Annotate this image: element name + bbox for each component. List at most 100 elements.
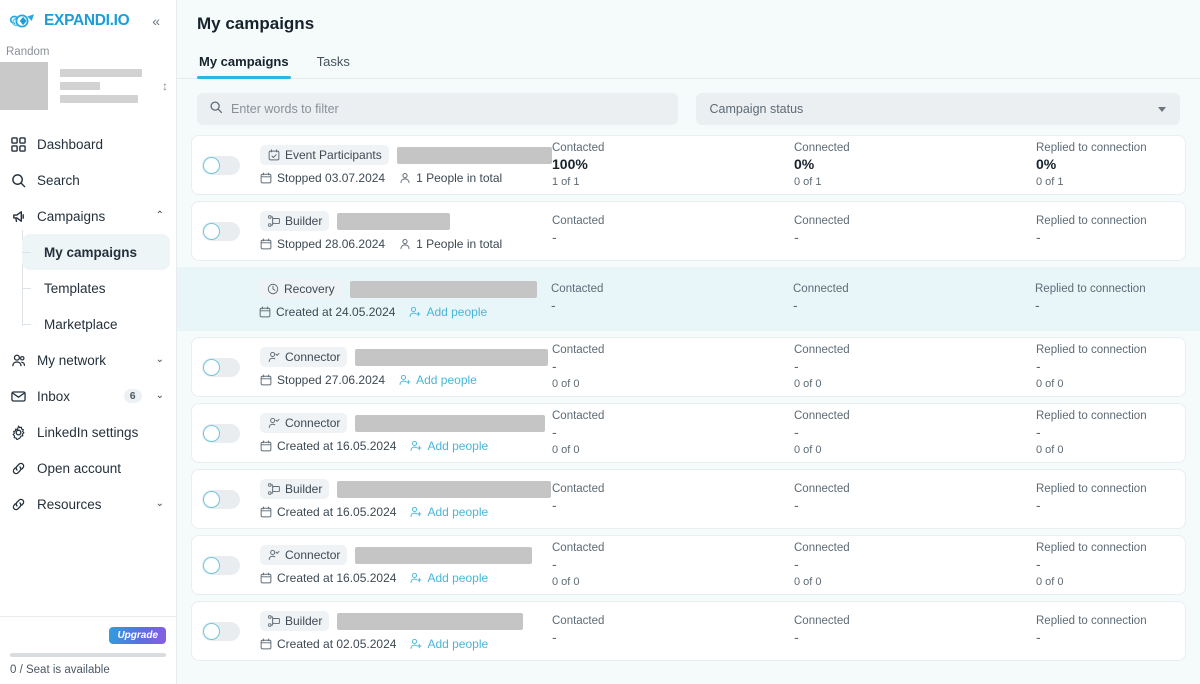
sidebar-item-my-network[interactable]: My network ⌄ [0, 342, 176, 378]
stat-header: Contacted [552, 344, 605, 357]
campaign-stat-connected: Connected - [793, 283, 1035, 315]
tab-tasks[interactable]: Tasks [315, 54, 352, 78]
campaign-active-toggle[interactable] [202, 155, 240, 175]
people-icon [10, 352, 27, 369]
stat-value: - [551, 297, 556, 314]
stat-header: Contacted [552, 215, 605, 228]
chevron-down-icon[interactable]: ⌄ [156, 391, 164, 401]
stat-value: - [552, 424, 557, 441]
campaign-active-toggle[interactable] [202, 621, 240, 641]
calendar-icon [259, 306, 271, 318]
campaign-title-row: Builder [260, 211, 552, 231]
calendar-check-icon [267, 149, 280, 162]
campaign-info: Recovery Created at 24.05.2024 Add people [259, 279, 551, 319]
campaign-people-text: Add people [427, 439, 489, 453]
campaign-status-date: Created at 02.05.2024 [260, 637, 396, 651]
stat-value: - [794, 629, 799, 646]
toggle-knob [203, 222, 220, 240]
sort-updown-icon[interactable]: ↕ [162, 79, 168, 93]
add-people-link[interactable]: Add people [410, 505, 488, 519]
campaign-row[interactable]: Builder Stopped 28.06.2024 1 People in tot… [191, 201, 1186, 261]
stat-header: Connected [794, 483, 850, 496]
campaign-stat-connected: Connected 0% 0 of 1 [794, 142, 1036, 188]
campaign-stat-replied: Replied to connection 0% 0 of 1 [1036, 142, 1200, 188]
add-people-link[interactable]: Add people [410, 637, 488, 651]
campaign-row[interactable]: Event Participants Stopped 03.07.2024 1 Pe… [191, 135, 1186, 195]
sidebar-item-open-account[interactable]: Open account [0, 450, 176, 486]
campaign-title-row: Builder [260, 611, 552, 631]
campaign-meta-row: Created at 16.05.2024 Add people [260, 571, 552, 585]
stat-value: - [1036, 424, 1041, 441]
calendar-icon [260, 572, 272, 584]
campaign-stat-contacted: Contacted - 0 of 0 [552, 542, 794, 588]
stat-value: - [552, 229, 557, 246]
campaign-active-toggle[interactable] [202, 423, 240, 443]
campaign-title-row: Connector [260, 347, 552, 367]
page-header: My campaigns [177, 0, 1200, 34]
org-label: Random [6, 46, 50, 58]
stat-value: - [552, 556, 557, 573]
campaign-active-toggle[interactable] [202, 221, 240, 241]
campaign-toggle-cell [202, 357, 260, 377]
sidebar-item-marketplace[interactable]: Marketplace [22, 306, 170, 342]
campaign-active-toggle[interactable] [202, 489, 240, 509]
tab-my-campaigns[interactable]: My campaigns [197, 54, 291, 79]
stat-value: - [793, 297, 798, 314]
campaign-info: Event Participants Stopped 03.07.2024 1 Pe… [260, 145, 552, 185]
redacted-campaign-name [349, 280, 537, 298]
stat-subvalue: 0 of 0 [794, 443, 822, 456]
sidebar-item-dashboard[interactable]: Dashboard [0, 126, 176, 162]
upgrade-button[interactable]: Upgrade [109, 627, 166, 644]
campaign-row[interactable]: Connector Created at 16.05.2024 Add people… [191, 403, 1186, 463]
search-input[interactable]: Enter words to filter [197, 93, 678, 125]
sidebar-item-my-campaigns[interactable]: My campaigns [22, 234, 170, 270]
campaign-row[interactable]: Builder Created at 16.05.2024 Add people Co… [191, 469, 1186, 529]
campaign-active-toggle[interactable] [202, 555, 240, 575]
stat-subvalue: 0 of 0 [1036, 377, 1064, 390]
tab-label: My campaigns [199, 54, 289, 69]
sidebar-item-search[interactable]: Search [0, 162, 176, 198]
chevron-down-icon[interactable]: ⌄ [156, 355, 164, 365]
campaign-status-select[interactable]: Campaign status [695, 93, 1180, 125]
sidebar-item-linkedin-settings[interactable]: LinkedIn settings [0, 414, 176, 450]
campaign-stat-connected: Connected - 0 of 0 [794, 542, 1036, 588]
campaign-stat-replied: Replied to connection - 0 of 0 [1036, 344, 1200, 390]
add-people-link[interactable]: Add people [410, 571, 488, 585]
sidebar: EXPANDI.IO « Random ↕ Dashboard Search C… [0, 0, 177, 684]
stat-header: Connected [794, 142, 850, 155]
add-people-link[interactable]: Add people [409, 305, 487, 319]
stat-value: - [794, 424, 799, 441]
campaign-stat-replied: Replied to connection - [1035, 283, 1200, 315]
campaign-status-date: Created at 16.05.2024 [260, 439, 396, 453]
campaign-stat-contacted: Contacted - [552, 483, 794, 515]
campaign-active-toggle[interactable] [202, 357, 240, 377]
campaign-meta-row: Created at 02.05.2024 Add people [260, 637, 552, 651]
stat-header: Connected [794, 410, 850, 423]
stat-header: Replied to connection [1036, 142, 1147, 155]
stat-header: Connected [793, 283, 849, 296]
campaign-row[interactable]: Recovery Created at 24.05.2024 Add people C… [177, 267, 1200, 331]
campaign-people-text: Add people [426, 305, 488, 319]
campaign-row[interactable]: Builder Created at 02.05.2024 Add people Co… [191, 601, 1186, 661]
add-people-link[interactable]: Add people [410, 439, 488, 453]
person-check-icon [267, 417, 280, 430]
stat-subvalue: 0 of 0 [552, 575, 580, 588]
account-switcher[interactable]: ↕ [0, 62, 176, 110]
brand[interactable]: EXPANDI.IO [9, 10, 130, 32]
sidebar-item-templates[interactable]: Templates [22, 270, 170, 306]
chevron-down-icon[interactable]: ⌄ [156, 499, 164, 509]
caret-down-icon[interactable] [1158, 106, 1166, 112]
sidebar-item-inbox[interactable]: Inbox 6 ⌄ [0, 378, 176, 414]
campaign-row[interactable]: Connector Created at 16.05.2024 Add people… [191, 535, 1186, 595]
campaign-stat-connected: Connected - 0 of 0 [794, 344, 1036, 390]
redacted-account-role [60, 82, 100, 90]
sidebar-item-resources[interactable]: Resources ⌄ [0, 486, 176, 522]
stat-header: Connected [794, 542, 850, 555]
tab-bar: My campaigns Tasks [177, 54, 1200, 79]
campaign-row[interactable]: Connector Stopped 27.06.2024 Add people Con… [191, 337, 1186, 397]
sidebar-item-campaigns[interactable]: Campaigns ⌃ [0, 198, 176, 234]
chevron-up-icon[interactable]: ⌃ [156, 211, 164, 221]
add-people-link[interactable]: Add people [399, 373, 477, 387]
chevron-double-left-icon[interactable]: « [146, 12, 166, 30]
stat-value: - [552, 358, 557, 375]
